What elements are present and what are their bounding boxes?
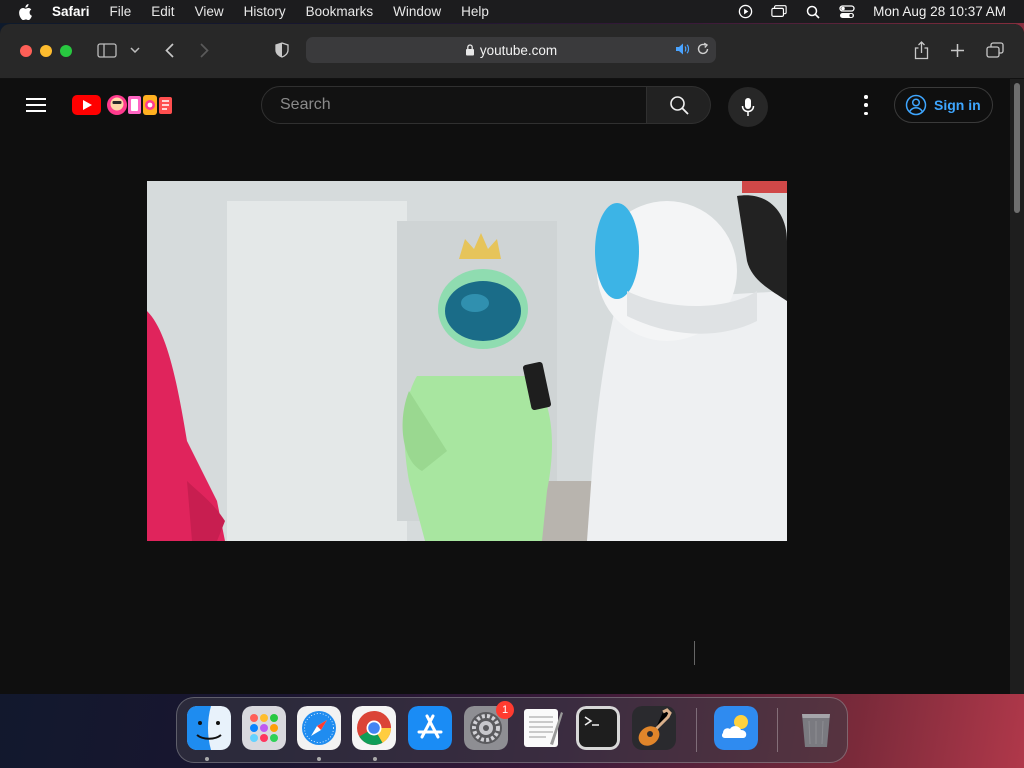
chevron-down-icon[interactable] — [130, 39, 140, 61]
safari-window: youtube.com Search Sign in — [0, 24, 1024, 694]
zoom-window-button[interactable] — [60, 45, 72, 57]
dock-app-finder[interactable] — [187, 706, 231, 750]
address-bar[interactable]: youtube.com — [306, 37, 716, 63]
video-frame — [147, 181, 787, 541]
dock-app-safari[interactable] — [297, 706, 341, 750]
reload-icon[interactable] — [696, 42, 710, 59]
account-icon — [905, 94, 927, 116]
sign-in-label: Sign in — [934, 97, 981, 113]
text-cursor — [694, 641, 695, 665]
dock-app-garageband[interactable] — [632, 706, 676, 750]
weather-icon — [714, 706, 758, 750]
menu-file[interactable]: File — [110, 4, 132, 19]
safari-compass-icon — [297, 706, 341, 750]
app-store-icon — [408, 706, 452, 750]
terminal-icon — [576, 706, 620, 750]
menu-bookmarks[interactable]: Bookmarks — [306, 4, 374, 19]
dock-app-chrome[interactable] — [352, 706, 396, 750]
safari-toolbar: youtube.com — [0, 24, 1024, 79]
spotlight-search-icon[interactable] — [805, 4, 821, 20]
dock-app-weather[interactable] — [714, 706, 758, 750]
trash-icon — [802, 714, 830, 747]
menu-view[interactable]: View — [195, 4, 224, 19]
video-player[interactable] — [147, 181, 787, 541]
textedit-icon — [524, 709, 563, 747]
running-indicator — [373, 757, 377, 761]
menu-help[interactable]: Help — [461, 4, 489, 19]
menu-bar-clock[interactable]: Mon Aug 28 10:37 AM — [873, 4, 1006, 19]
search-icon — [669, 96, 689, 115]
tab-overview-icon[interactable] — [986, 39, 1004, 61]
minimize-window-button[interactable] — [40, 45, 52, 57]
share-icon[interactable] — [912, 39, 930, 61]
lock-icon — [465, 44, 475, 56]
scrollbar-thumb[interactable] — [1014, 83, 1020, 213]
search-button[interactable] — [647, 86, 711, 124]
dock-trash[interactable] — [794, 706, 838, 750]
page-scrollbar[interactable] — [1010, 79, 1024, 694]
sidebar-icon[interactable] — [97, 39, 117, 61]
forward-icon[interactable] — [198, 39, 210, 61]
address-bar-url: youtube.com — [479, 42, 558, 58]
running-indicator — [317, 757, 321, 761]
search-box — [261, 86, 647, 124]
chrome-icon — [352, 706, 396, 750]
menu-window[interactable]: Window — [393, 4, 441, 19]
menu-bar: Safari File Edit View History Bookmarks … — [0, 0, 1024, 23]
guide-menu-icon[interactable] — [26, 98, 46, 112]
dock-separator — [696, 708, 697, 752]
dock-app-textedit[interactable] — [520, 706, 564, 750]
play-circle-icon[interactable] — [737, 4, 753, 20]
privacy-shield-icon[interactable] — [274, 39, 290, 61]
launchpad-icon — [242, 706, 286, 750]
microphone-icon — [741, 98, 755, 116]
youtube-page: Sign in — [0, 79, 1010, 694]
dock-app-launchpad[interactable] — [242, 706, 286, 750]
back-icon[interactable] — [163, 39, 175, 61]
dock-separator — [777, 708, 778, 752]
audio-icon[interactable] — [675, 42, 690, 59]
sign-in-button[interactable]: Sign in — [894, 87, 993, 123]
finder-icon — [187, 706, 231, 750]
garageband-guitar-icon — [632, 706, 676, 750]
youtube-doodle-logo[interactable] — [72, 93, 174, 117]
notification-badge: 1 — [496, 701, 514, 719]
running-indicator — [205, 757, 209, 761]
menu-edit[interactable]: Edit — [151, 4, 174, 19]
apple-menu-icon[interactable] — [18, 3, 36, 21]
settings-kebab-icon[interactable] — [858, 95, 874, 115]
voice-search-button[interactable] — [728, 87, 768, 127]
menu-app-safari[interactable]: Safari — [52, 4, 90, 19]
search-input[interactable] — [278, 95, 622, 115]
dock-app-app-store[interactable] — [408, 706, 452, 750]
close-window-button[interactable] — [20, 45, 32, 57]
new-tab-icon[interactable] — [949, 39, 965, 61]
menu-history[interactable]: History — [244, 4, 286, 19]
dock-app-terminal[interactable] — [576, 706, 620, 750]
screen-mirroring-icon[interactable] — [771, 4, 787, 20]
control-center-icon[interactable] — [839, 4, 855, 20]
